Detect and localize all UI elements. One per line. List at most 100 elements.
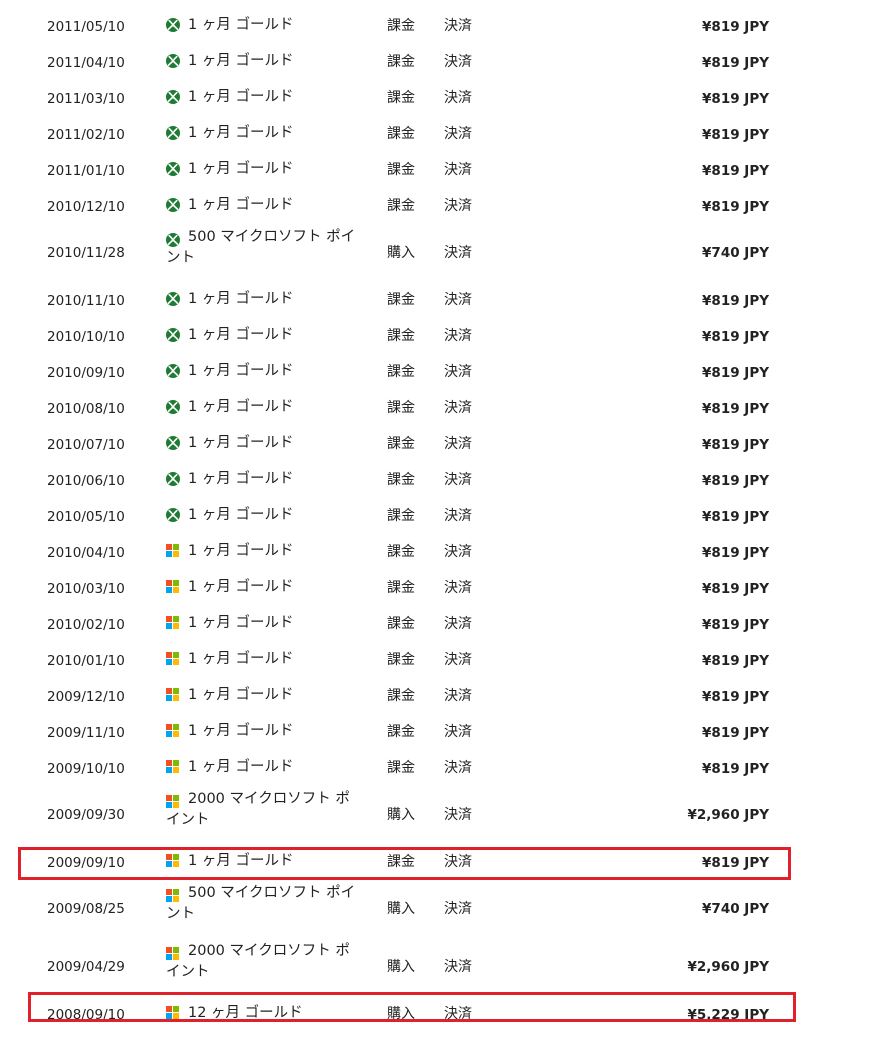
transaction-item-name: 1 ヶ月 ゴールド	[188, 399, 294, 415]
transaction-date: 2008/09/10	[47, 1007, 125, 1023]
transaction-date: 2010/02/10	[47, 617, 125, 633]
transaction-item-name: 1 ヶ月 ゴールド	[188, 471, 294, 487]
transaction-type: 課金	[387, 126, 415, 142]
transaction-status: 決済	[444, 292, 472, 308]
transaction-row: 2009/12/10 1 ヶ月 ゴールド 課金 決済 ¥819 JPY	[0, 678, 879, 714]
transaction-status: 決済	[444, 959, 472, 975]
transaction-status: 決済	[444, 245, 472, 261]
transaction-status: 決済	[444, 126, 472, 142]
transaction-date: 2011/03/10	[47, 91, 125, 107]
transaction-amount: ¥819 JPY	[702, 689, 769, 705]
transaction-type: 課金	[387, 854, 415, 870]
transaction-amount: ¥2,960 JPY	[687, 807, 770, 823]
transaction-item-name: 1 ヶ月 ゴールド	[188, 291, 294, 307]
transaction-item-name: 1 ヶ月 ゴールド	[188, 853, 294, 869]
transaction-status: 決済	[444, 616, 472, 632]
transaction-row: 2010/07/10 1 ヶ月 ゴールド 課金 決済 ¥819 JPY	[0, 426, 879, 462]
transaction-date: 2010/10/10	[47, 329, 125, 345]
windows-icon	[166, 1006, 179, 1019]
transaction-type: 購入	[387, 901, 415, 917]
transaction-type: 課金	[387, 400, 415, 416]
transaction-status: 決済	[444, 508, 472, 524]
transaction-row: 2009/11/10 1 ヶ月 ゴールド 課金 決済 ¥819 JPY	[0, 714, 879, 750]
transaction-item-name: 1 ヶ月 ゴールド	[188, 161, 294, 177]
windows-icon	[166, 544, 179, 557]
transaction-amount: ¥819 JPY	[702, 127, 769, 143]
transaction-status: 決済	[444, 198, 472, 214]
xbox-icon	[166, 292, 180, 306]
transaction-date: 2009/09/10	[47, 855, 125, 871]
transaction-row: 2010/01/10 1 ヶ月 ゴールド 課金 決済 ¥819 JPY	[0, 642, 879, 678]
transaction-type: 購入	[387, 1006, 415, 1022]
transaction-row: 2009/10/10 1 ヶ月 ゴールド 課金 決済 ¥819 JPY	[0, 750, 879, 786]
transaction-type: 購入	[387, 245, 415, 261]
transaction-type: 購入	[387, 959, 415, 975]
transaction-type: 課金	[387, 688, 415, 704]
transaction-amount: ¥819 JPY	[702, 163, 769, 179]
transaction-date: 2009/10/10	[47, 761, 125, 777]
transaction-amount: ¥2,960 JPY	[687, 959, 770, 975]
transaction-type: 購入	[387, 807, 415, 823]
transaction-amount: ¥819 JPY	[702, 19, 769, 35]
transaction-amount: ¥819 JPY	[702, 293, 769, 309]
transaction-status: 決済	[444, 54, 472, 70]
transaction-amount: ¥5,229 JPY	[687, 1007, 770, 1023]
transaction-date: 2011/05/10	[47, 19, 125, 35]
windows-icon	[166, 580, 179, 593]
transaction-date: 2010/12/10	[47, 199, 125, 215]
transaction-date: 2010/08/10	[47, 401, 125, 417]
transaction-date: 2011/01/10	[47, 163, 125, 179]
transaction-row: 2010/05/10 1 ヶ月 ゴールド 課金 決済 ¥819 JPY	[0, 498, 879, 534]
transaction-date: 2010/05/10	[47, 509, 125, 525]
transaction-amount: ¥819 JPY	[702, 617, 769, 633]
transaction-item-name: 1 ヶ月 ゴールド	[188, 53, 294, 69]
transaction-amount: ¥819 JPY	[702, 91, 769, 107]
transaction-status: 決済	[444, 90, 472, 106]
xbox-icon	[166, 508, 180, 522]
xbox-icon	[166, 400, 180, 414]
transaction-row: 2010/11/28 500 マイクロソフト ポイント 購入 決済 ¥740 J…	[0, 224, 879, 282]
transaction-row: 2010/12/10 1 ヶ月 ゴールド 課金 決済 ¥819 JPY	[0, 188, 879, 224]
transaction-date: 2010/11/10	[47, 293, 125, 309]
windows-icon	[166, 760, 179, 773]
transaction-history-table: 2011/05/10 1 ヶ月 ゴールド 課金 決済 ¥819 JPY 2011…	[0, 8, 879, 1032]
transaction-status: 決済	[444, 328, 472, 344]
transaction-amount: ¥740 JPY	[702, 245, 769, 261]
transaction-status: 決済	[444, 807, 472, 823]
transaction-status: 決済	[444, 400, 472, 416]
transaction-status: 決済	[444, 472, 472, 488]
transaction-date: 2009/11/10	[47, 725, 125, 741]
transaction-row: 2010/04/10 1 ヶ月 ゴールド 課金 決済 ¥819 JPY	[0, 534, 879, 570]
transaction-type: 課金	[387, 580, 415, 596]
transaction-type: 課金	[387, 292, 415, 308]
transaction-row: 2009/08/25 500 マイクロソフト ポイント 購入 決済 ¥740 J…	[0, 880, 879, 938]
windows-icon	[166, 652, 179, 665]
transaction-status: 決済	[444, 544, 472, 560]
transaction-row: 2009/04/29 2000 マイクロソフト ポイント 購入 決済 ¥2,96…	[0, 938, 879, 996]
transaction-amount: ¥819 JPY	[702, 653, 769, 669]
transaction-row: 2011/01/10 1 ヶ月 ゴールド 課金 決済 ¥819 JPY	[0, 152, 879, 188]
transaction-date: 2010/06/10	[47, 473, 125, 489]
transaction-item-name: 1 ヶ月 ゴールド	[188, 435, 294, 451]
transaction-item-name: 2000 マイクロソフト ポイント	[166, 791, 350, 828]
transaction-item-name: 1 ヶ月 ゴールド	[188, 759, 294, 775]
windows-icon	[166, 616, 179, 629]
transaction-row: 2010/08/10 1 ヶ月 ゴールド 課金 決済 ¥819 JPY	[0, 390, 879, 426]
transaction-amount: ¥819 JPY	[702, 55, 769, 71]
transaction-status: 決済	[444, 724, 472, 740]
transaction-amount: ¥819 JPY	[702, 401, 769, 417]
transaction-type: 課金	[387, 724, 415, 740]
transaction-item-name: 1 ヶ月 ゴールド	[188, 327, 294, 343]
xbox-icon	[166, 90, 180, 104]
transaction-type: 課金	[387, 364, 415, 380]
transaction-date: 2010/03/10	[47, 581, 125, 597]
transaction-amount: ¥819 JPY	[702, 473, 769, 489]
transaction-amount: ¥819 JPY	[702, 509, 769, 525]
xbox-icon	[166, 328, 180, 342]
transaction-amount: ¥819 JPY	[702, 365, 769, 381]
transaction-status: 決済	[444, 854, 472, 870]
transaction-type: 課金	[387, 54, 415, 70]
transaction-date: 2009/09/30	[47, 807, 125, 823]
transaction-amount: ¥819 JPY	[702, 761, 769, 777]
transaction-status: 決済	[444, 162, 472, 178]
